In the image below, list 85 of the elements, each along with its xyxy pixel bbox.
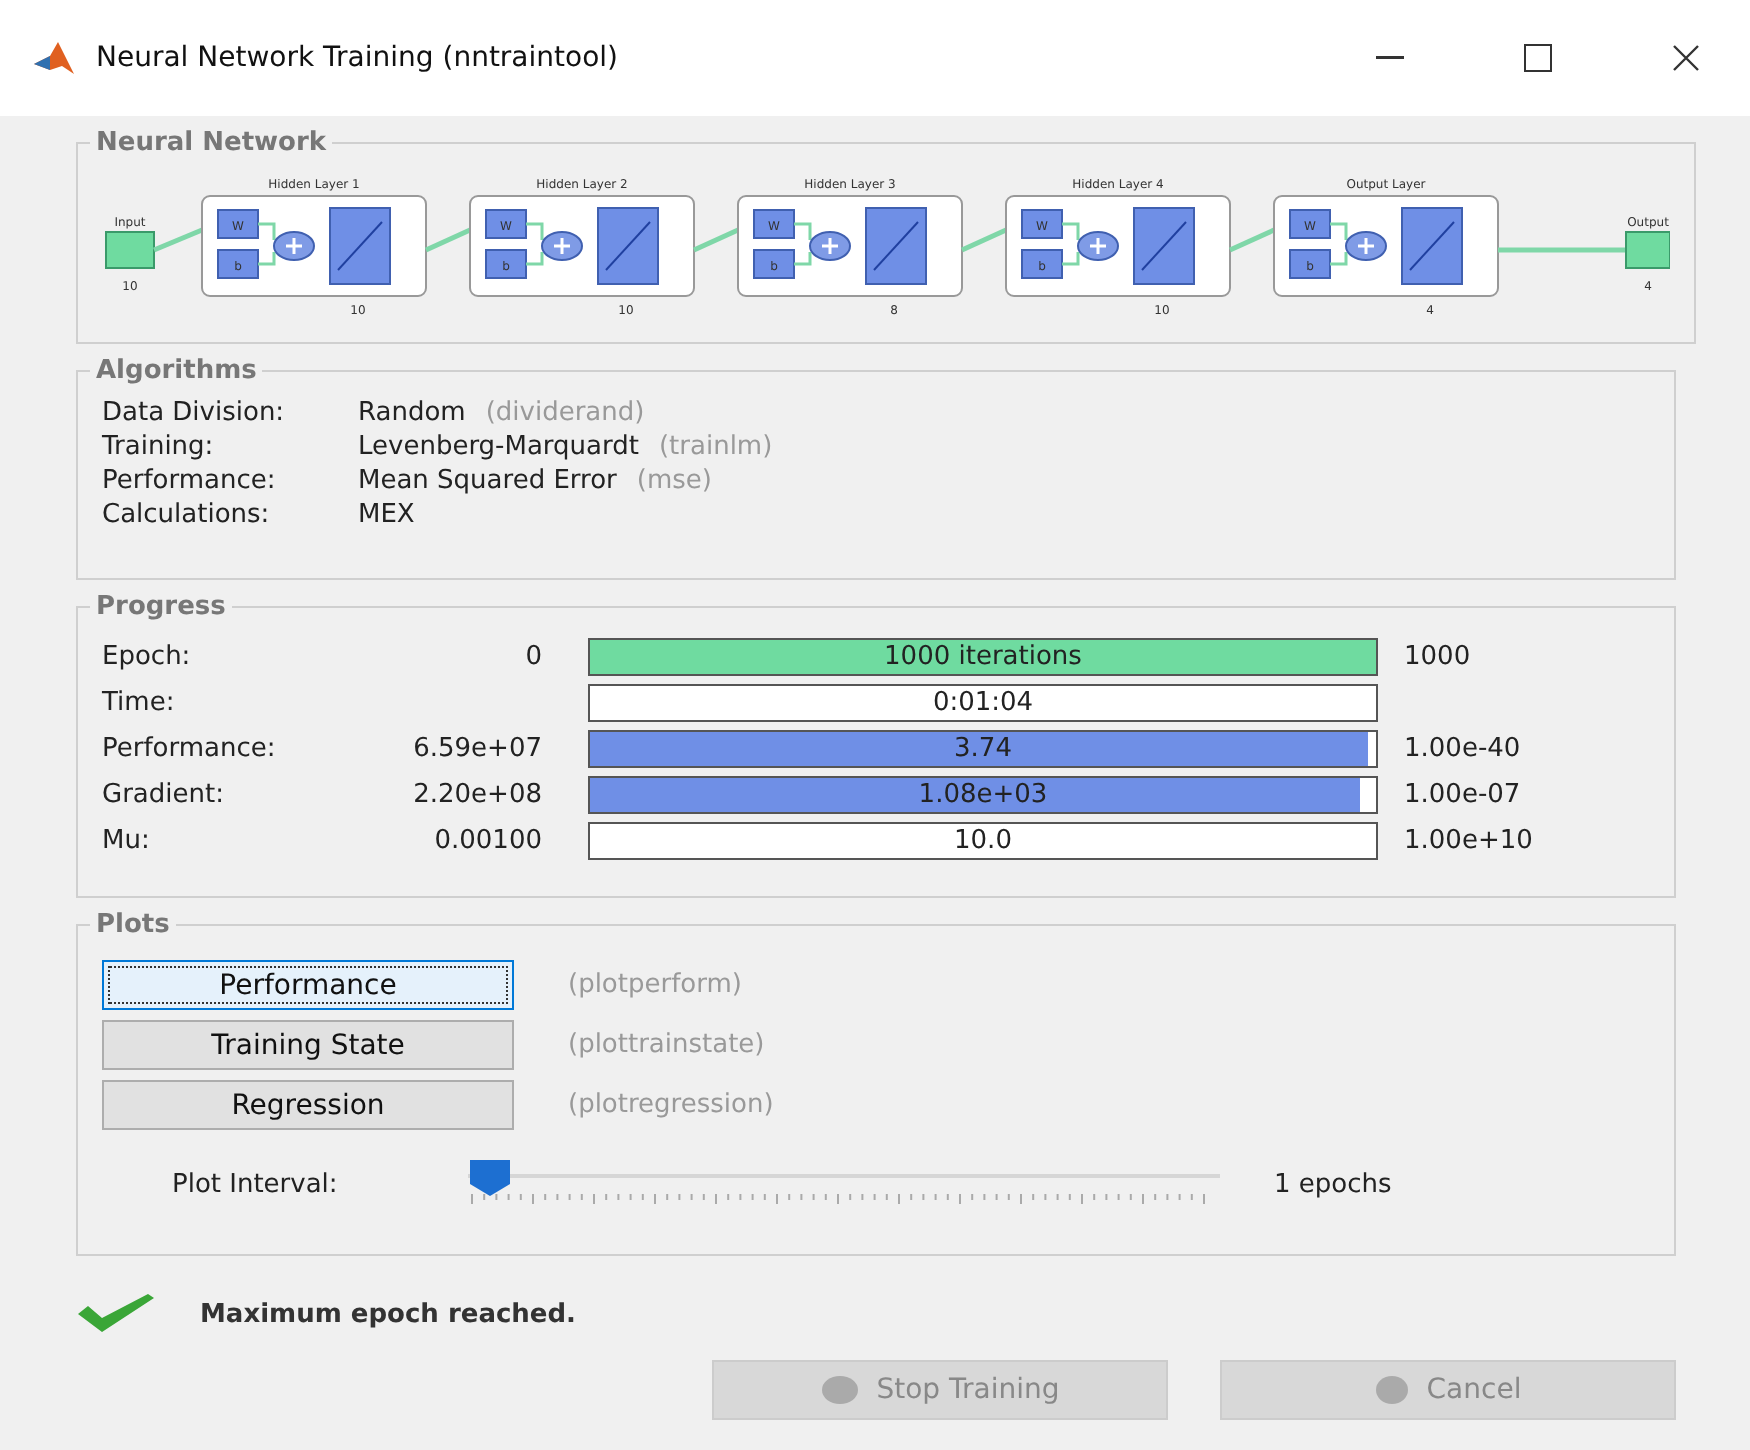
connector-line [960,227,1008,253]
bias-block [217,249,259,279]
progress-reading: 1.08e+03 [918,780,1048,810]
interval-reading: 1 epochs [1274,1169,1392,1199]
algorithm-value: MEX [358,500,415,530]
start-value: 0.00100 [432,826,544,856]
connector-line [792,222,812,266]
weight-block [1289,209,1331,239]
minimize-icon[interactable] [1376,56,1404,60]
sum-icon [1077,231,1119,261]
bias-block [1021,249,1063,279]
input-block [105,231,155,269]
sum-icon [273,231,315,261]
checkmark-icon [76,1292,156,1336]
group-title: Algorithms [94,356,259,386]
progress-label: Gradient: [102,780,226,810]
connector-line [1328,222,1348,266]
cancel-icon [1374,1374,1411,1406]
progress-label: Performance: [102,734,278,764]
stop-icon [820,1374,861,1406]
bias-block [753,249,795,279]
transfer-function-icon [329,207,391,285]
function-name: (trainlm) [658,432,773,462]
algorithm-value: Mean Squared Error [358,466,617,496]
output-block [1625,231,1670,269]
plot-button[interactable]: Training State [102,1020,514,1070]
plot-button[interactable]: Performance [102,960,514,1010]
connector-line [153,227,203,253]
bias-block [1289,249,1331,279]
connector-line [256,222,276,266]
progress-reading: 3.74 [954,734,1012,764]
connector-line [692,227,740,253]
bias-block [485,249,527,279]
progress-reading: 1000 iterations [884,642,1082,672]
weight-block [1021,209,1063,239]
function-name: (plotperform) [568,970,744,1000]
group-title: Plots [94,910,172,940]
function-name: (plottrainstate) [568,1030,767,1060]
start-value: 0 [523,642,544,672]
sum-icon [809,231,851,261]
sum-icon [1345,231,1387,261]
progress-reading: 10.0 [954,826,1012,856]
algorithm-label: Calculations: [102,500,272,530]
slider-thumb[interactable] [468,1158,512,1198]
connector-line [524,222,544,266]
sum-icon [541,231,583,261]
target-value: 1.00e-40 [1402,734,1523,764]
close-icon[interactable] [1672,44,1700,72]
algorithm-label: Training: [102,432,216,462]
progress-label: Mu: [102,826,152,856]
progress-reading: 0:01:04 [932,688,1034,718]
target-value: 1.00e-07 [1402,780,1523,810]
window-title: Neural Network Training (nntraintool) [96,42,620,74]
plot-button[interactable]: Regression [102,1080,514,1130]
algorithm-label: Data Division: [102,398,287,428]
maximize-icon[interactable] [1524,44,1552,72]
group-title: Neural Network [94,128,329,158]
start-value: 6.59e+07 [411,734,544,764]
target-value: 1.00e+10 [1402,826,1535,856]
weight-block [217,209,259,239]
group-title: Progress [94,592,228,622]
matlab-logo-icon [32,40,76,76]
transfer-function-icon [1401,207,1463,285]
function-name: (dividerand) [485,398,645,428]
connector-line [1498,247,1626,253]
status-message: Maximum epoch reached. [200,1299,576,1329]
algorithm-value: Random [358,398,466,428]
connector-line [424,227,472,253]
function-name: (mse) [636,466,712,496]
slider-label: Plot Interval: [172,1169,340,1199]
start-value: 2.20e+08 [411,780,544,810]
connector-line [1228,227,1276,253]
transfer-function-icon [865,207,927,285]
progress-label: Epoch: [102,642,193,672]
function-name: (plotregression) [568,1090,776,1120]
transfer-function-icon [597,207,659,285]
progress-label: Time: [102,688,177,718]
weight-block [485,209,527,239]
interval-slider[interactable] [468,1158,1220,1210]
transfer-function-icon [1133,207,1195,285]
algorithm-value: Levenberg-Marquardt [358,432,639,462]
target-value: 1000 [1402,642,1473,672]
weight-block [753,209,795,239]
connector-line [1060,222,1080,266]
algorithm-label: Performance: [102,466,278,496]
